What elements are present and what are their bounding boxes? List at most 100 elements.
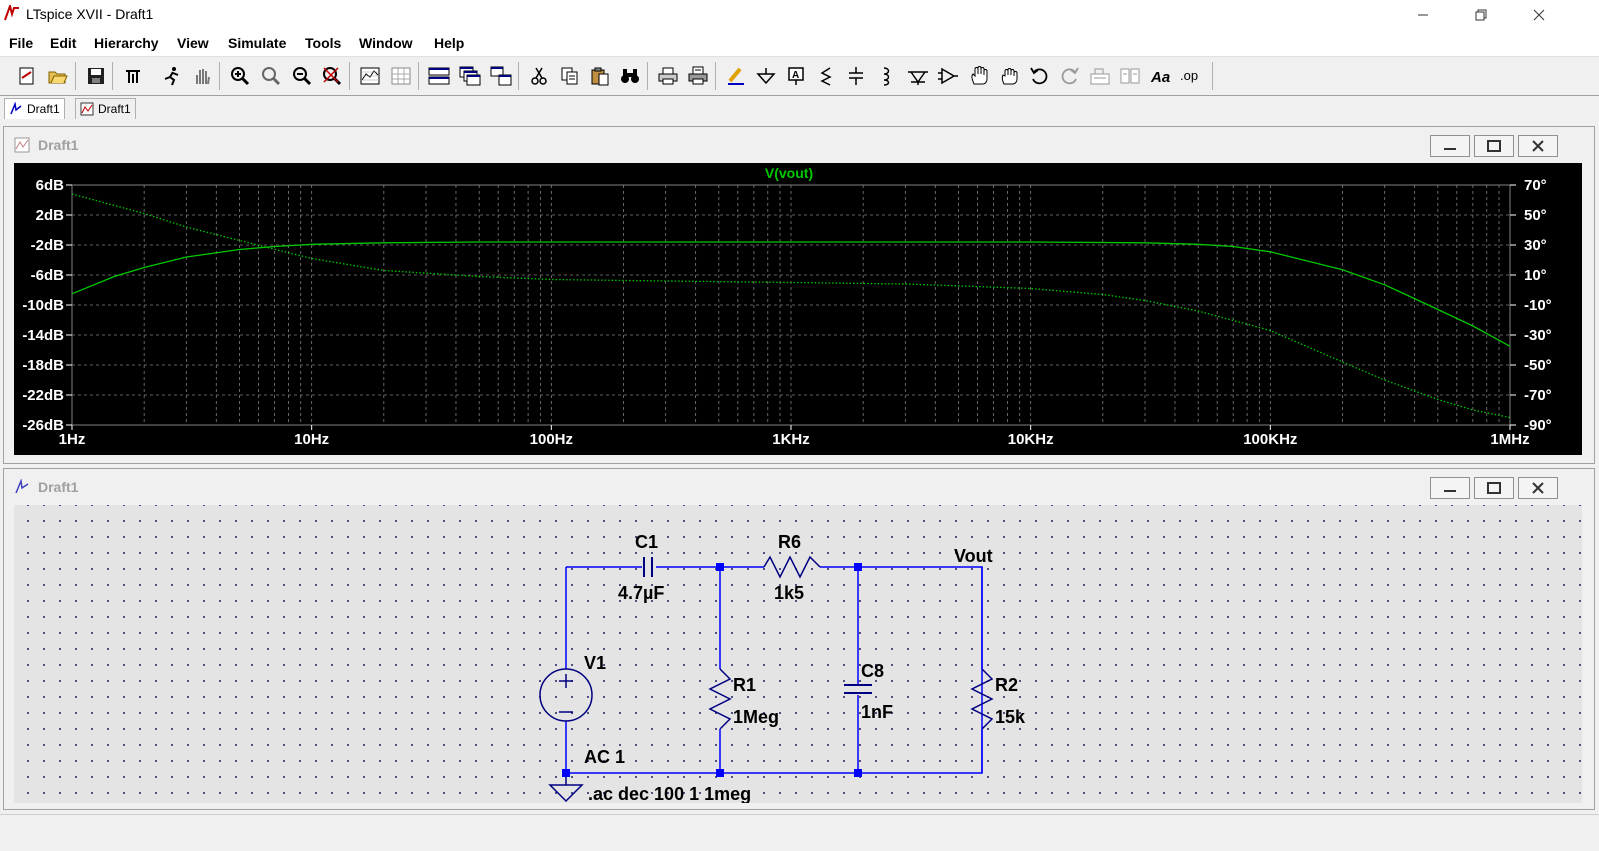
bode-plot[interactable]: V(vout) 6dB 2dB -2dB -6dB -10dB -14dB -18dB -22… <box>14 163 1582 455</box>
zoom-in-icon[interactable] <box>227 63 253 89</box>
menu-window[interactable]: Window <box>359 35 413 51</box>
mirror-icon[interactable] <box>1117 63 1143 89</box>
cut-icon[interactable] <box>526 63 552 89</box>
menu-help[interactable]: Help <box>434 35 464 51</box>
x-tick-label: 1KHz <box>772 431 810 448</box>
r2-ref-label[interactable]: R2 <box>995 675 1018 695</box>
y-right-tick-label: 50° <box>1524 207 1547 224</box>
cascade-icon[interactable] <box>457 63 483 89</box>
c1-value-label[interactable]: 4.7µF <box>618 583 664 603</box>
restore-button[interactable] <box>1458 0 1504 30</box>
minimize-icon <box>1418 14 1428 16</box>
menu-file[interactable]: File <box>9 35 33 51</box>
c1-ref-label[interactable]: C1 <box>635 532 658 552</box>
window-title: LTspice XVII - Draft1 <box>26 6 154 22</box>
schematic-window-titlebar: Draft1 <box>4 469 1594 503</box>
save-icon[interactable] <box>83 63 109 89</box>
text-icon[interactable]: Aa <box>1148 63 1174 89</box>
spice-directive-icon[interactable]: .op <box>1178 63 1204 89</box>
ground-icon[interactable] <box>753 63 779 89</box>
r1-ref-label[interactable]: R1 <box>733 675 756 695</box>
resistor-r6[interactable] <box>763 555 821 579</box>
capacitor-c8[interactable] <box>844 684 872 694</box>
open-icon[interactable] <box>45 63 71 89</box>
spice-directive[interactable]: .ac dec 100 1 1meg <box>588 784 751 803</box>
plot-maximize-button[interactable] <box>1474 135 1514 157</box>
capacitor-icon[interactable] <box>843 63 869 89</box>
v1-value-label[interactable]: AC 1 <box>584 747 625 767</box>
zoom-pan-icon[interactable] <box>258 63 284 89</box>
menu-tools[interactable]: Tools <box>305 35 341 51</box>
component-icon[interactable] <box>935 63 961 89</box>
v1-ref-label[interactable]: V1 <box>584 653 606 673</box>
rotate-icon[interactable] <box>1087 63 1113 89</box>
capacitor-c1[interactable] <box>643 557 653 577</box>
toolbar-separator <box>418 62 419 90</box>
toolbar-separator <box>715 62 716 90</box>
menu-edit[interactable]: Edit <box>50 35 76 51</box>
schematic-minimize-button[interactable] <box>1430 477 1470 499</box>
zoom-out-icon[interactable] <box>289 63 315 89</box>
print-icon[interactable] <box>655 63 681 89</box>
voltage-source-v1[interactable] <box>539 668 593 722</box>
schematic-canvas[interactable]: C1 4.7µF R6 1k5 R1 1Meg C8 1nF R2 15k V1… <box>14 505 1582 803</box>
menu-simulate[interactable]: Simulate <box>228 35 286 51</box>
c8-ref-label[interactable]: C8 <box>861 661 884 681</box>
move-icon[interactable] <box>966 63 992 89</box>
tile-vertical-icon[interactable] <box>488 63 514 89</box>
find-icon[interactable] <box>617 63 643 89</box>
plot-grid <box>71 184 1511 426</box>
ground-symbol[interactable] <box>548 773 584 803</box>
r2-value-label[interactable]: 15k <box>995 707 1026 727</box>
schematic-maximize-button[interactable] <box>1474 477 1514 499</box>
autorange-icon[interactable] <box>357 63 383 89</box>
plot-minimize-button[interactable] <box>1430 135 1470 157</box>
svg-text:.op: .op <box>1180 68 1198 83</box>
menu-hierarchy[interactable]: Hierarchy <box>94 35 159 51</box>
c8-value-label[interactable]: 1nF <box>861 702 893 722</box>
copy-icon[interactable] <box>557 63 583 89</box>
minimize-button[interactable] <box>1400 0 1446 30</box>
resistor-r1[interactable] <box>708 668 732 730</box>
run-icon[interactable] <box>158 63 184 89</box>
label-net-icon[interactable]: A <box>783 63 809 89</box>
wire-icon[interactable] <box>723 63 749 89</box>
schematic-window: Draft1 C1 4.7µF R6 1k5 R1 1Meg C8 1nF R2… <box>3 468 1595 810</box>
drag-icon[interactable] <box>996 63 1022 89</box>
plot-close-button[interactable] <box>1518 135 1558 157</box>
inductor-icon[interactable] <box>873 63 899 89</box>
halt-icon[interactable] <box>189 63 215 89</box>
control-panel-icon[interactable] <box>120 63 146 89</box>
print-preview-icon[interactable] <box>685 63 711 89</box>
toolbar-separator <box>349 62 350 90</box>
resistor-icon[interactable] <box>813 63 839 89</box>
zoom-fit-icon[interactable] <box>319 63 345 89</box>
vout-net-label[interactable]: Vout <box>954 546 993 566</box>
schematic-drawing: C1 4.7µF R6 1k5 R1 1Meg C8 1nF R2 15k V1… <box>539 532 1026 803</box>
paste-icon[interactable] <box>587 63 613 89</box>
undo-icon[interactable] <box>1026 63 1052 89</box>
redo-icon[interactable] <box>1057 63 1083 89</box>
x-tick-label: 10Hz <box>294 431 329 448</box>
trace-name-label[interactable]: V(vout) <box>765 165 813 181</box>
close-icon <box>1533 9 1545 21</box>
schematic-icon <box>10 102 22 115</box>
tile-horizontal-icon[interactable] <box>426 63 452 89</box>
menu-view[interactable]: View <box>177 35 209 51</box>
y-left-tick-label: -2dB <box>31 237 65 254</box>
y-left-tick-label: -14dB <box>22 327 64 344</box>
svg-text:A: A <box>792 70 799 81</box>
y-right-tick-label: -70° <box>1524 387 1552 404</box>
menu-bar: File Edit Hierarchy View Simulate Tools … <box>0 30 1599 57</box>
r6-ref-label[interactable]: R6 <box>778 532 801 552</box>
grid-icon[interactable] <box>388 63 414 89</box>
diode-icon[interactable] <box>905 63 931 89</box>
close-button[interactable] <box>1516 0 1562 30</box>
schematic-close-button[interactable] <box>1518 477 1558 499</box>
r1-value-label[interactable]: 1Meg <box>733 707 779 727</box>
new-schematic-icon[interactable] <box>14 63 40 89</box>
tab-schematic-draft1[interactable]: Draft1 <box>4 98 65 119</box>
y-left-tick-label: -22dB <box>22 387 64 404</box>
r6-value-label[interactable]: 1k5 <box>774 583 804 603</box>
tab-waveform-draft1[interactable]: Draft1 <box>75 98 136 119</box>
